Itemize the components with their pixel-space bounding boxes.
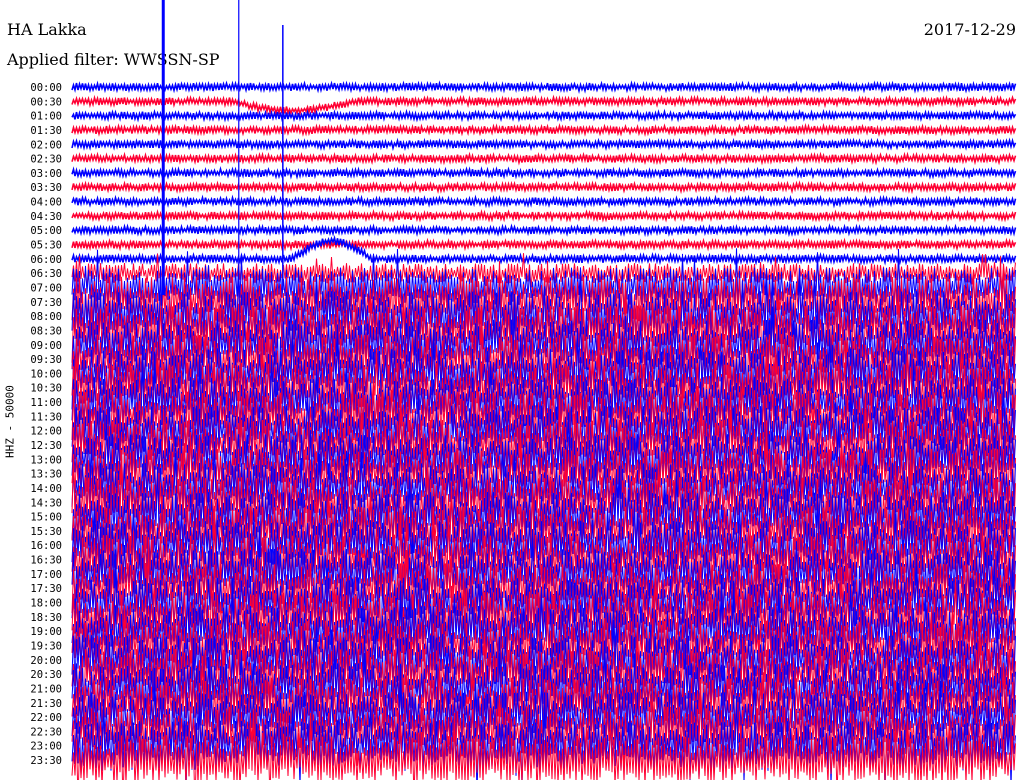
row-time-label: 04:00: [30, 197, 62, 209]
row-time-label: 23:00: [30, 741, 62, 753]
seismic-trace-row: [71, 208, 1017, 223]
row-time-label: 07:30: [30, 297, 62, 309]
row-time-label: 11:30: [30, 411, 62, 423]
row-time-label: 21:30: [30, 698, 62, 710]
row-time-label: 01:30: [30, 125, 62, 137]
row-time-label: 03:00: [30, 168, 62, 180]
row-time-label: 10:00: [30, 368, 62, 380]
seismic-trace-row: [71, 151, 1017, 166]
row-time-label: 12:00: [30, 426, 62, 438]
row-time-label: 17:00: [30, 569, 62, 581]
row-time-label: 20:30: [30, 669, 62, 681]
seismic-trace-row: [71, 194, 1017, 209]
row-time-label: 02:00: [30, 139, 62, 151]
row-time-label: 23:30: [30, 755, 62, 767]
helicorder-plot: 00:00 00:30 01:00 01:30 02:00 02:30 03:00 03:30…: [30, 0, 1017, 780]
row-time-label: 13:00: [30, 454, 62, 466]
row-time-label: 11:00: [30, 397, 62, 409]
seismic-trace-row: [71, 80, 1017, 95]
row-time-label: 17:30: [30, 583, 62, 595]
row-time-label: 06:30: [30, 268, 62, 280]
row-time-label: 05:30: [30, 240, 62, 252]
row-time-label: 19:30: [30, 640, 62, 652]
seismic-trace-row: [71, 165, 1017, 180]
row-time-label: 14:00: [30, 483, 62, 495]
row-time-label: 00:30: [30, 96, 62, 108]
row-time-label: 21:00: [30, 683, 62, 695]
row-time-label: 08:00: [30, 311, 62, 323]
row-time-label: 15:30: [30, 526, 62, 538]
row-time-label: 16:30: [30, 555, 62, 567]
row-time-label: 01:00: [30, 111, 62, 123]
row-time-label: 03:30: [30, 182, 62, 194]
row-time-label: 14:30: [30, 497, 62, 509]
seismic-trace-row: [71, 223, 1017, 238]
row-time-label: 09:00: [30, 340, 62, 352]
row-time-label: 19:00: [30, 626, 62, 638]
row-time-label: 05:00: [30, 225, 62, 237]
row-time-label: 22:30: [30, 726, 62, 738]
seismic-trace-row: [71, 237, 1017, 252]
row-time-label: 12:30: [30, 440, 62, 452]
row-time-label: 09:30: [30, 354, 62, 366]
row-time-label: 16:00: [30, 540, 62, 552]
seismic-trace-row: [71, 94, 1017, 117]
row-time-label: 18:30: [30, 612, 62, 624]
row-time-label: 10:30: [30, 383, 62, 395]
seismic-trace-row: [71, 122, 1017, 137]
seismic-trace-row: [71, 108, 1017, 123]
row-time-label: 18:00: [30, 598, 62, 610]
seismic-trace-row: [71, 137, 1017, 152]
row-time-label: 22:00: [30, 712, 62, 724]
row-time-label: 02:30: [30, 154, 62, 166]
row-time-label: 20:00: [30, 655, 62, 667]
seismic-trace-row: [71, 180, 1017, 195]
row-time-label: 08:30: [30, 325, 62, 337]
row-time-label: 07:00: [30, 282, 62, 294]
row-time-label: 00:00: [30, 82, 62, 94]
row-time-label: 04:30: [30, 211, 62, 223]
row-time-label: 13:30: [30, 469, 62, 481]
row-time-label: 15:00: [30, 512, 62, 524]
row-time-label: 06:00: [30, 254, 62, 266]
